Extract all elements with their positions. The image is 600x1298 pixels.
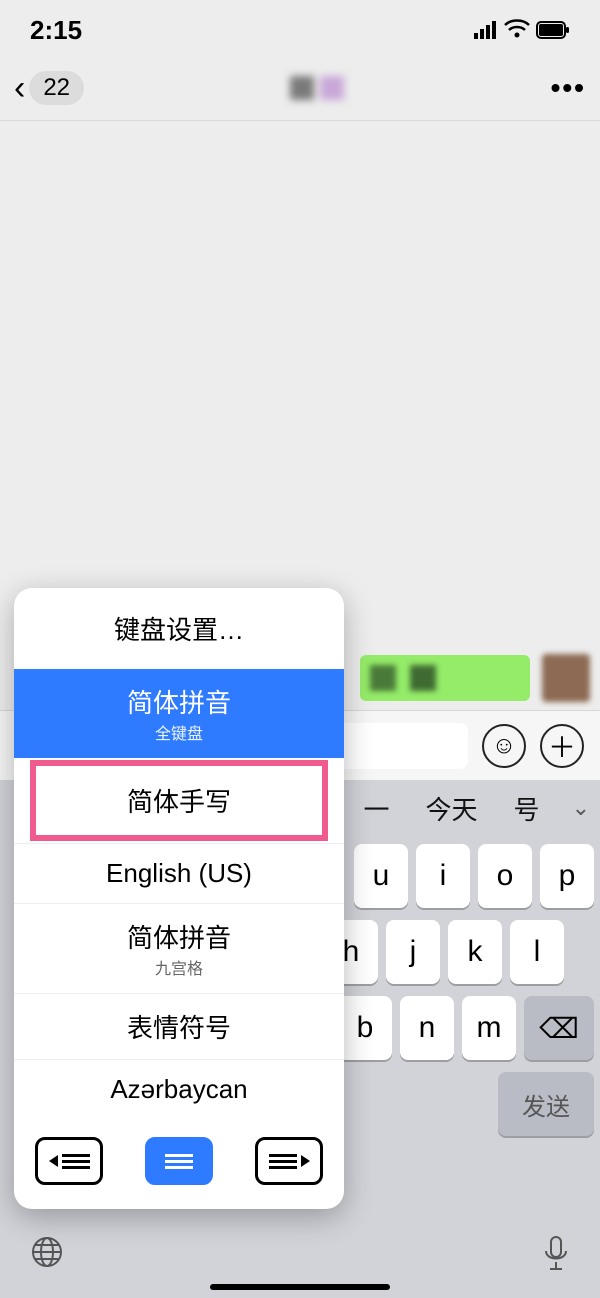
avatar[interactable]	[542, 654, 590, 702]
chat-title[interactable]	[290, 76, 344, 100]
globe-icon	[30, 1235, 64, 1269]
key-k[interactable]: k	[448, 920, 502, 984]
attach-button[interactable]: ＋	[540, 724, 584, 768]
dock-right-button[interactable]	[255, 1137, 323, 1185]
key-l[interactable]: l	[510, 920, 564, 984]
more-button[interactable]: •••	[551, 72, 586, 104]
battery-icon	[536, 15, 570, 46]
keyboard-icon	[269, 1154, 297, 1169]
key-o[interactable]: o	[478, 844, 532, 908]
chevron-left-icon: ‹	[14, 69, 25, 108]
keyboard-dock-row	[14, 1119, 344, 1209]
microphone-icon	[542, 1235, 570, 1273]
option-label: Azərbaycan	[14, 1074, 344, 1105]
key-p[interactable]: p	[540, 844, 594, 908]
keyboard-option-handwriting[interactable]: 简体手写	[30, 760, 328, 841]
key-m[interactable]: m	[462, 996, 516, 1060]
option-sublabel: 全键盘	[14, 720, 344, 744]
expand-candidates-button[interactable]: ⌄	[572, 795, 590, 821]
keyboard-option-azerbaijani[interactable]: Azərbaycan	[14, 1059, 344, 1119]
keyboard-option-pinyin-9key[interactable]: 简体拼音 九宫格	[14, 903, 344, 993]
unread-badge: 22	[29, 71, 84, 105]
plus-icon: ＋	[548, 726, 576, 766]
cellular-icon	[474, 15, 498, 46]
option-label: English (US)	[14, 858, 344, 889]
dock-left-button[interactable]	[35, 1137, 103, 1185]
key-b[interactable]: b	[338, 996, 392, 1060]
nav-bar: ‹ 22 •••	[0, 60, 600, 116]
nav-back[interactable]: ‹ 22	[14, 69, 84, 108]
delete-key[interactable]: ⌫	[524, 996, 594, 1060]
wifi-icon	[504, 15, 530, 46]
option-label: 简体拼音	[14, 918, 344, 955]
smile-icon: ☺	[492, 732, 517, 760]
status-indicators	[474, 15, 570, 46]
message-bubble[interactable]	[360, 655, 530, 701]
keyboard-settings-button[interactable]: 键盘设置…	[14, 588, 344, 669]
candidate-word[interactable]: 一	[360, 790, 394, 827]
key-j[interactable]: j	[386, 920, 440, 984]
home-indicator[interactable]	[210, 1284, 390, 1290]
option-label: 简体手写	[36, 782, 322, 819]
backspace-icon: ⌫	[539, 1012, 579, 1045]
candidate-word[interactable]: 号	[510, 790, 544, 827]
option-label: 简体拼音	[14, 683, 344, 720]
option-label: 表情符号	[14, 1008, 344, 1045]
triangle-left-icon	[49, 1155, 58, 1167]
key-n[interactable]: n	[400, 996, 454, 1060]
keyboard-option-pinyin-full[interactable]: 简体拼音 全键盘	[14, 669, 344, 758]
keyboard-option-emoji[interactable]: 表情符号	[14, 993, 344, 1059]
outgoing-message	[360, 654, 590, 702]
key-u[interactable]: u	[354, 844, 408, 908]
option-sublabel: 九宫格	[14, 955, 344, 979]
keyboard-icon	[165, 1154, 193, 1169]
keyboard-icon	[62, 1154, 90, 1169]
dictation-button[interactable]	[542, 1235, 570, 1278]
send-key[interactable]: 发送	[498, 1072, 594, 1136]
globe-button[interactable]	[30, 1235, 64, 1277]
status-bar: 2:15	[0, 0, 600, 60]
triangle-right-icon	[301, 1155, 310, 1167]
key-i[interactable]: i	[416, 844, 470, 908]
keyboard-bottom-bar	[0, 1214, 600, 1298]
candidate-word[interactable]: 今天	[422, 790, 482, 827]
emoji-button[interactable]: ☺	[482, 724, 526, 768]
keyboard-switcher-popup: 键盘设置… 简体拼音 全键盘 简体手写 English (US) 简体拼音 九宫…	[14, 588, 344, 1209]
status-time: 2:15	[30, 15, 82, 46]
keyboard-option-english-us[interactable]: English (US)	[14, 843, 344, 903]
dock-center-button[interactable]	[145, 1137, 213, 1185]
